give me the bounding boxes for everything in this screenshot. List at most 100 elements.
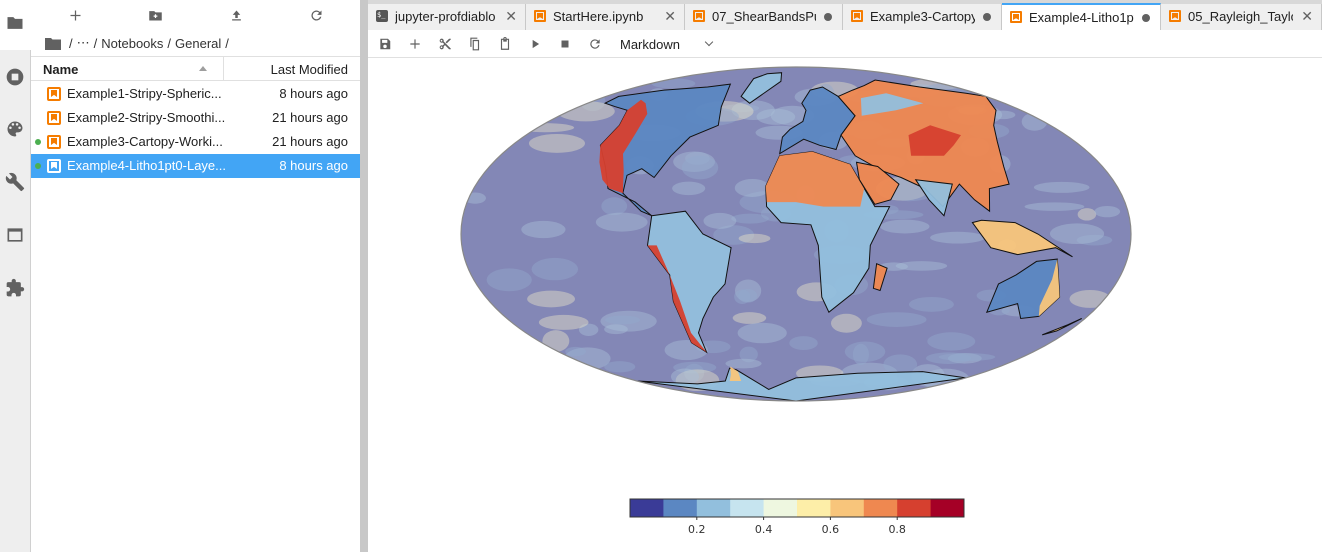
extension-icon[interactable] bbox=[4, 277, 26, 299]
tab-icon[interactable] bbox=[4, 224, 26, 246]
tab-bar: jupyter-profdiablo ✕ StartHere.ipynb ✕ 0… bbox=[368, 0, 1322, 30]
colorbar-segment bbox=[663, 499, 698, 517]
ocean-mottle bbox=[880, 219, 930, 234]
breadcrumb-ellipsis[interactable]: ⋯ bbox=[77, 35, 90, 51]
colorbar-tick-label: 0.2 bbox=[688, 523, 706, 536]
notebook-icon bbox=[1169, 10, 1181, 22]
new-launcher-button[interactable] bbox=[64, 4, 86, 26]
home-folder-icon[interactable] bbox=[45, 37, 65, 50]
close-icon[interactable]: ✕ bbox=[664, 9, 676, 23]
file-item-selected[interactable]: Example4-Litho1pt0-Laye... 8 hours ago bbox=[31, 154, 360, 178]
colorbar: 0.2 0.4 0.6 0.8 bbox=[629, 498, 965, 536]
ocean-mottle bbox=[703, 212, 737, 229]
close-icon[interactable]: ✕ bbox=[1301, 9, 1313, 23]
wrench-icon[interactable] bbox=[4, 171, 26, 193]
ocean-mottle bbox=[538, 314, 589, 330]
unsaved-dot-icon[interactable] bbox=[983, 13, 991, 21]
breadcrumb-notebooks[interactable]: Notebooks bbox=[101, 36, 163, 51]
ocean-mottle bbox=[528, 133, 585, 153]
ocean-mottle bbox=[542, 330, 570, 352]
ocean-mottle bbox=[731, 213, 769, 224]
upload-icon bbox=[231, 10, 241, 20]
insert-cell-button[interactable] bbox=[406, 35, 424, 53]
colorbar-tick-label: 0.8 bbox=[888, 523, 906, 536]
ocean-mottle bbox=[516, 123, 575, 133]
paste-button[interactable] bbox=[496, 35, 514, 53]
refresh-button[interactable] bbox=[305, 4, 327, 26]
tab-starthere[interactable]: StartHere.ipynb ✕ bbox=[526, 4, 685, 30]
tab-label: jupyter-profdiablo bbox=[395, 9, 496, 24]
ocean-mottle bbox=[595, 212, 648, 232]
ocean-mottle bbox=[601, 197, 628, 216]
colorbar-segment bbox=[797, 499, 831, 517]
cell-type-dropdown[interactable]: Markdown bbox=[620, 35, 714, 53]
restart-button[interactable] bbox=[586, 35, 604, 53]
file-name: Example2-Stripy-Smoothi... bbox=[67, 110, 226, 125]
column-header-modified[interactable]: Last Modified bbox=[271, 62, 348, 77]
file-item[interactable]: Example3-Cartopy-Worki... 21 hours ago bbox=[31, 130, 360, 154]
running-icon[interactable] bbox=[4, 66, 26, 88]
play-icon bbox=[532, 39, 540, 49]
running-indicator-icon bbox=[35, 163, 41, 169]
plus-icon bbox=[410, 39, 420, 49]
notebook-icon bbox=[47, 111, 61, 125]
palette-icon[interactable] bbox=[4, 118, 26, 140]
file-modified: 21 hours ago bbox=[272, 134, 348, 149]
save-icon bbox=[380, 38, 391, 50]
tab-example3[interactable]: Example3-Cartopy bbox=[843, 4, 1002, 30]
copy-icon bbox=[470, 37, 480, 51]
unsaved-dot-icon[interactable] bbox=[824, 13, 832, 21]
save-button[interactable] bbox=[376, 35, 394, 53]
copy-button[interactable] bbox=[466, 35, 484, 53]
mollweide-map bbox=[460, 66, 1132, 402]
ocean-mottle bbox=[737, 322, 787, 344]
upload-button[interactable] bbox=[225, 4, 247, 26]
folder-icon[interactable] bbox=[4, 12, 26, 34]
main-area: jupyter-profdiablo ✕ StartHere.ipynb ✕ 0… bbox=[368, 0, 1322, 552]
ocean-mottle bbox=[604, 324, 628, 335]
unsaved-dot-icon[interactable] bbox=[1142, 14, 1150, 22]
close-icon[interactable]: ✕ bbox=[505, 9, 517, 23]
ocean-mottle bbox=[604, 361, 636, 373]
ocean-mottle bbox=[927, 332, 976, 351]
run-button[interactable] bbox=[526, 35, 544, 53]
colorbar-segment bbox=[930, 499, 965, 517]
file-item[interactable]: Example2-Stripy-Smoothi... 21 hours ago bbox=[31, 106, 360, 130]
tab-example4-active[interactable]: Example4-Litho1pt bbox=[1002, 3, 1161, 30]
panel-splitter[interactable] bbox=[360, 0, 368, 552]
interrupt-button[interactable] bbox=[556, 35, 574, 53]
new-folder-button[interactable] bbox=[144, 4, 166, 26]
colorbar-segment bbox=[696, 499, 731, 517]
ocean-mottle bbox=[734, 178, 770, 197]
colorbar-segment bbox=[863, 499, 898, 517]
breadcrumb-general[interactable]: General bbox=[175, 36, 221, 51]
terminal-icon bbox=[376, 10, 388, 22]
tab-shearbands[interactable]: 07_ShearBandsPur bbox=[685, 4, 843, 30]
ocean-mottle bbox=[672, 181, 706, 196]
activity-bar bbox=[0, 0, 31, 552]
sort-ascending-icon[interactable] bbox=[199, 66, 207, 71]
file-name: Example1-Stripy-Spheric... bbox=[67, 86, 222, 101]
tab-rayleigh-taylor[interactable]: 05_Rayleigh_Taylor ✕ bbox=[1161, 4, 1322, 30]
column-divider[interactable] bbox=[223, 57, 224, 81]
tab-label: 07_ShearBandsPur bbox=[712, 9, 816, 24]
notebook-icon bbox=[47, 135, 61, 149]
colorbar-segment bbox=[897, 499, 932, 517]
ocean-mottle bbox=[866, 312, 927, 327]
file-list-header: Name Last Modified bbox=[31, 56, 360, 81]
tab-terminal[interactable]: jupyter-profdiablo ✕ bbox=[368, 4, 526, 30]
notebook-icon bbox=[851, 10, 863, 22]
notebook-icon bbox=[47, 159, 61, 173]
ocean-mottle bbox=[565, 346, 586, 357]
column-header-name[interactable]: Name bbox=[43, 62, 78, 77]
running-indicator-icon bbox=[35, 139, 41, 145]
notebook-icon bbox=[47, 87, 61, 101]
tab-label: StartHere.ipynb bbox=[553, 9, 644, 24]
cut-button[interactable] bbox=[436, 35, 454, 53]
file-item[interactable]: Example1-Stripy-Spheric... 8 hours ago bbox=[31, 82, 360, 106]
breadcrumb-sep: / bbox=[225, 35, 229, 51]
paste-icon bbox=[500, 37, 510, 50]
ocean-mottle bbox=[1024, 202, 1085, 211]
ocean-mottle bbox=[852, 343, 869, 366]
ocean-mottle bbox=[605, 315, 641, 325]
